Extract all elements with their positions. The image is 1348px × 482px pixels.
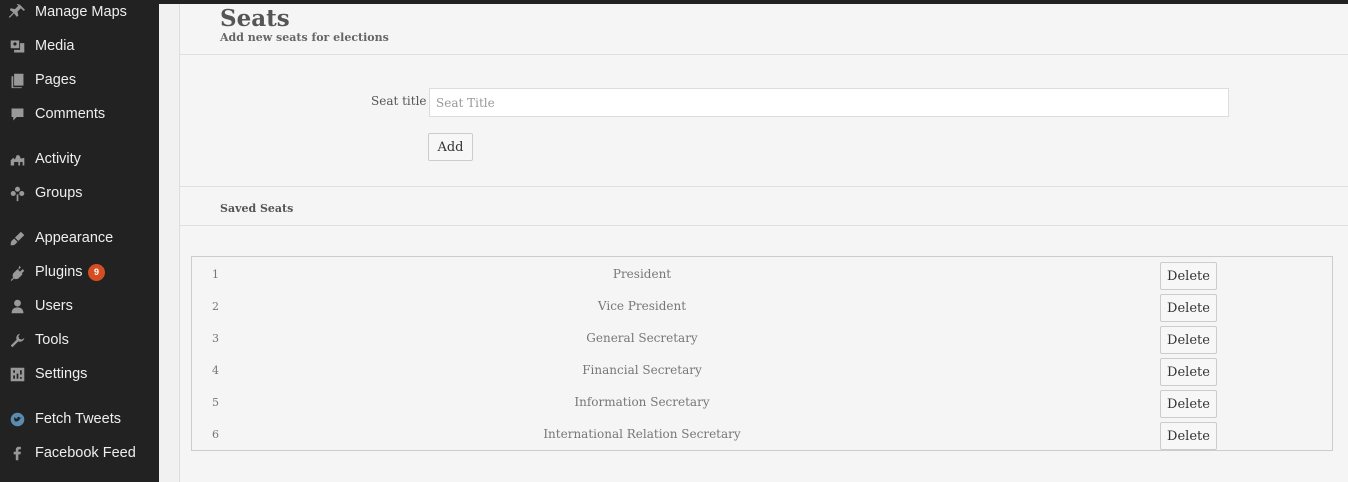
delete-seat-button[interactable]: Delete: [1160, 390, 1217, 418]
wrench-icon: [8, 331, 26, 349]
facebook-icon: [8, 444, 26, 462]
sidebar-item-label: Comments: [35, 106, 106, 122]
sidebar-item-facebook-feed[interactable]: Facebook Feed: [0, 438, 159, 468]
activity-icon: [8, 150, 26, 168]
sidebar-item-label: Fetch Tweets: [35, 411, 121, 427]
sidebar-item-appearance[interactable]: Appearance: [0, 223, 159, 253]
saved-seats-table: 1 President Delete 2 Vice President Dele…: [191, 256, 1333, 451]
delete-seat-button[interactable]: Delete: [1160, 422, 1217, 450]
delete-seat-button[interactable]: Delete: [1160, 358, 1217, 386]
table-row: 2 Vice President Delete: [192, 290, 1332, 322]
table-row: 3 General Secretary Delete: [192, 322, 1332, 354]
sidebar-item-label: Facebook Feed: [35, 445, 136, 461]
table-row: 6 International Relation Secretary Delet…: [192, 418, 1332, 450]
table-row: 1 President Delete: [192, 258, 1332, 290]
pages-icon: [8, 71, 26, 89]
sidebar-item-label: Groups: [35, 185, 83, 201]
media-icon: [8, 37, 26, 55]
delete-seat-button[interactable]: Delete: [1160, 294, 1217, 322]
divider: [180, 54, 1348, 55]
plugin-icon: [8, 263, 26, 281]
user-icon: [8, 297, 26, 315]
sidebar-item-users[interactable]: Users: [0, 291, 159, 321]
divider: [180, 225, 1348, 226]
divider: [180, 186, 1348, 187]
sidebar-item-label: Activity: [35, 151, 81, 167]
seat-title-label: Seat title: [371, 94, 427, 108]
sidebar-item-fetch-tweets[interactable]: Fetch Tweets: [0, 404, 159, 434]
sidebar-item-manage-maps[interactable]: Manage Maps: [0, 0, 159, 27]
seat-number: 1: [212, 268, 219, 281]
saved-seats-heading: Saved Seats: [220, 202, 294, 215]
sidebar-item-tools[interactable]: Tools: [0, 325, 159, 355]
admin-sidebar: Manage Maps Media Pages Comments Activit…: [0, 0, 159, 482]
sidebar-item-comments[interactable]: Comments: [0, 99, 159, 129]
sidebar-item-settings[interactable]: Settings: [0, 359, 159, 389]
sidebar-item-label: Media: [35, 38, 75, 54]
page-subtitle: Add new seats for elections: [220, 31, 389, 44]
seat-number: 5: [212, 396, 219, 409]
seat-name: Financial Secretary: [582, 363, 702, 377]
sidebar-item-pages[interactable]: Pages: [0, 65, 159, 95]
sidebar-item-label: Pages: [35, 72, 77, 88]
plugin-update-count-badge: 9: [88, 263, 105, 281]
sidebar-item-label: Plugins: [35, 264, 83, 280]
seat-title-input[interactable]: [429, 88, 1229, 117]
seats-panel: Seats Add new seats for elections Seat t…: [179, 4, 1348, 482]
seat-name: Information Secretary: [574, 395, 710, 409]
delete-seat-button[interactable]: Delete: [1160, 326, 1217, 354]
seat-number: 3: [212, 332, 219, 345]
seat-name: General Secretary: [586, 331, 698, 345]
seat-number: 6: [212, 428, 219, 441]
sidebar-item-label: Appearance: [35, 230, 114, 246]
page-title: Seats: [220, 5, 290, 32]
sidebar-item-groups[interactable]: Groups: [0, 178, 159, 208]
pushpin-icon: [8, 3, 26, 21]
sidebar-item-label: Manage Maps: [35, 4, 127, 20]
comment-icon: [8, 105, 26, 123]
sidebar-item-label: Tools: [35, 332, 69, 348]
groups-icon: [8, 184, 26, 202]
seat-number: 2: [212, 300, 219, 313]
seat-name: Vice President: [597, 299, 687, 313]
sidebar-item-label: Users: [35, 298, 73, 314]
paintbrush-icon: [8, 229, 26, 247]
table-row: 4 Financial Secretary Delete: [192, 354, 1332, 386]
sidebar-item-label: Settings: [35, 366, 88, 382]
seat-name: International Relation Secretary: [543, 427, 741, 441]
delete-seat-button[interactable]: Delete: [1160, 262, 1217, 290]
twitter-icon: [8, 410, 26, 428]
seat-name: President: [612, 267, 672, 281]
settings-icon: [8, 365, 26, 383]
sidebar-item-plugins[interactable]: Plugins 9: [0, 257, 159, 287]
sidebar-item-media[interactable]: Media: [0, 31, 159, 61]
sidebar-item-activity[interactable]: Activity: [0, 144, 159, 174]
seat-number: 4: [212, 364, 219, 377]
add-seat-button[interactable]: Add: [428, 133, 473, 161]
table-row: 5 Information Secretary Delete: [192, 386, 1332, 418]
